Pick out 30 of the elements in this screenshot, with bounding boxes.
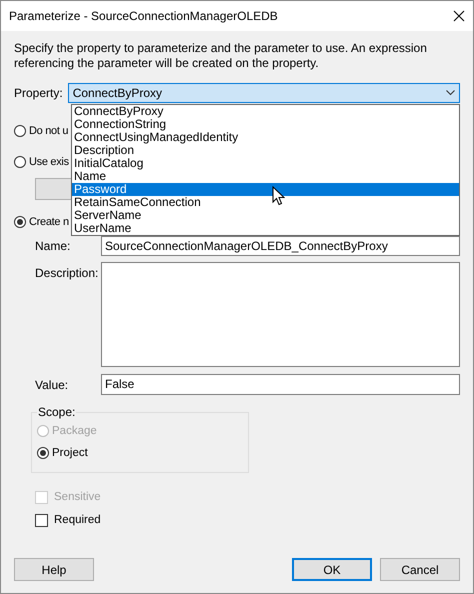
window-title: Parameterize - SourceConnectionManagerOLEDB <box>9 9 278 23</box>
checkbox-label: Sensitive <box>54 491 101 503</box>
radio-label: Use exis <box>29 156 69 168</box>
radio-label: Package <box>52 425 97 437</box>
radio-button[interactable] <box>37 447 49 459</box>
cursor-icon <box>272 186 285 206</box>
checkbox-label: Required <box>54 514 101 526</box>
scope-label: Scope: <box>37 405 76 419</box>
name-label: Name: <box>35 239 72 253</box>
dropdown-option[interactable]: Password <box>72 183 459 196</box>
radio-button[interactable] <box>14 216 26 228</box>
checkbox[interactable] <box>35 514 48 526</box>
help-button[interactable]: Help <box>14 558 94 581</box>
value-field[interactable]: False <box>101 374 460 395</box>
radio-button[interactable] <box>14 125 26 137</box>
dialog-button[interactable]: Cancel <box>380 558 460 581</box>
dialog-button[interactable]: OK <box>292 558 372 581</box>
property-dropdown[interactable]: ConnectByProxy <box>68 83 460 103</box>
name-field[interactable]: SourceConnectionManagerOLEDB_ConnectByProxy <box>101 236 460 256</box>
instructions-text: Specify the property to parameterize and the parameter to use. An expression referencing the parameter will be created on the property. <box>14 41 428 71</box>
radio-label: Project <box>52 447 88 459</box>
property-label: Property: <box>14 86 63 100</box>
radio-button[interactable] <box>14 156 26 168</box>
value-label: Value: <box>35 378 70 392</box>
radio-label: Create n <box>29 216 69 228</box>
radio-label: Do not u <box>29 125 68 137</box>
description-label: Description: <box>35 265 100 280</box>
description-field[interactable] <box>101 262 460 367</box>
chevron-icon <box>446 90 455 96</box>
close-icon[interactable] <box>453 10 465 22</box>
